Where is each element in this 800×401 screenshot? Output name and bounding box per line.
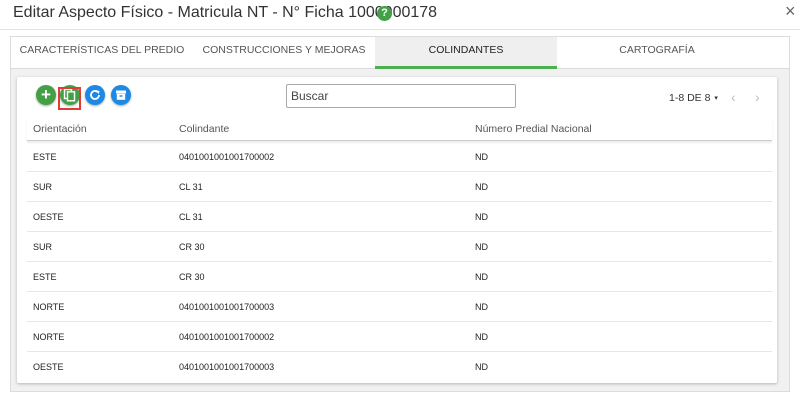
table-row[interactable]: ESTE 0401001001001700002 ND (27, 142, 772, 172)
column-header-numero-predial[interactable]: Número Predial Nacional (475, 123, 592, 135)
cell-colindante: CL 31 (179, 212, 203, 222)
cell-numero-predial: ND (475, 332, 488, 342)
pagination-dropdown[interactable]: 1-8 DE 8 ▾ (669, 92, 718, 104)
cell-numero-predial: ND (475, 272, 488, 282)
table-row[interactable]: ESTE CR 30 ND (27, 262, 772, 292)
archive-box-icon (116, 90, 126, 100)
cell-numero-predial: ND (475, 182, 488, 192)
cell-colindante: 0401001001001700003 (179, 362, 275, 372)
copy-icon (63, 88, 76, 102)
tab-colindantes[interactable]: COLINDANTES (375, 37, 557, 69)
cell-orientacion: OESTE (33, 212, 64, 222)
close-button[interactable]: × (785, 2, 796, 20)
cell-colindante: CL 31 (179, 182, 203, 192)
caret-down-icon: ▾ (714, 95, 718, 102)
cell-numero-predial: ND (475, 302, 488, 312)
cell-numero-predial: ND (475, 242, 488, 252)
add-button[interactable]: + (36, 85, 56, 105)
copy-button[interactable] (60, 85, 80, 105)
table-header: Orientación Colindante Número Predial Na… (27, 119, 772, 141)
cell-orientacion: ESTE (33, 272, 57, 282)
tab-construcciones-y-mejoras[interactable]: CONSTRUCCIONES Y MEJORAS (193, 37, 375, 69)
refresh-icon (90, 90, 100, 100)
cell-numero-predial: ND (475, 152, 488, 162)
cell-orientacion: SUR (33, 242, 53, 252)
header-divider (0, 29, 800, 30)
cell-colindante: CR 30 (179, 242, 205, 252)
tab-caracteristicas-del-predio[interactable]: CARACTERÍSTICAS DEL PREDIO (11, 37, 193, 69)
column-header-colindante[interactable]: Colindante (179, 123, 229, 135)
cell-colindante: CR 30 (179, 272, 205, 282)
column-header-orientacion[interactable]: Orientación (33, 123, 87, 135)
cell-colindante: 0401001001001700003 (179, 302, 275, 312)
table-row[interactable]: OESTE 0401001001001700003 ND (27, 352, 772, 382)
tab-cartografia[interactable]: CARTOGRAFÍA (557, 37, 757, 69)
plus-icon: + (41, 85, 51, 104)
table-row[interactable]: SUR CR 30 ND (27, 232, 772, 262)
cell-numero-predial: ND (475, 212, 488, 222)
cell-orientacion: NORTE (33, 332, 65, 342)
dialog-header: Editar Aspecto Físico - Matricula NT - N… (0, 0, 800, 28)
cell-orientacion: SUR (33, 182, 53, 192)
cell-orientacion: ESTE (33, 152, 57, 162)
dialog-panel: CARACTERÍSTICAS DEL PREDIO CONSTRUCCIONE… (10, 36, 790, 392)
table-row[interactable]: NORTE 0401001001001700002 ND (27, 322, 772, 352)
cell-colindante: 0401001001001700002 (179, 152, 275, 162)
cell-orientacion: OESTE (33, 362, 64, 372)
next-page-button[interactable]: › (755, 89, 760, 105)
table-row[interactable]: OESTE CL 31 ND (27, 202, 772, 232)
table-row[interactable]: SUR CL 31 ND (27, 172, 772, 202)
archive-button[interactable] (111, 85, 131, 105)
pagination-label: 1-8 DE 8 (669, 92, 711, 104)
dialog-title: Editar Aspecto Físico - Matricula NT - N… (13, 4, 438, 21)
tab-bar: CARACTERÍSTICAS DEL PREDIO CONSTRUCCIONE… (11, 37, 789, 69)
help-icon[interactable]: ? (377, 6, 392, 21)
cell-colindante: 0401001001001700002 (179, 332, 275, 342)
search-input[interactable] (286, 84, 516, 108)
cell-orientacion: NORTE (33, 302, 65, 312)
table-row[interactable]: NORTE 0401001001001700003 ND (27, 292, 772, 322)
previous-page-button[interactable]: ‹ (731, 89, 736, 105)
cell-numero-predial: ND (475, 362, 488, 372)
refresh-button[interactable] (85, 85, 105, 105)
